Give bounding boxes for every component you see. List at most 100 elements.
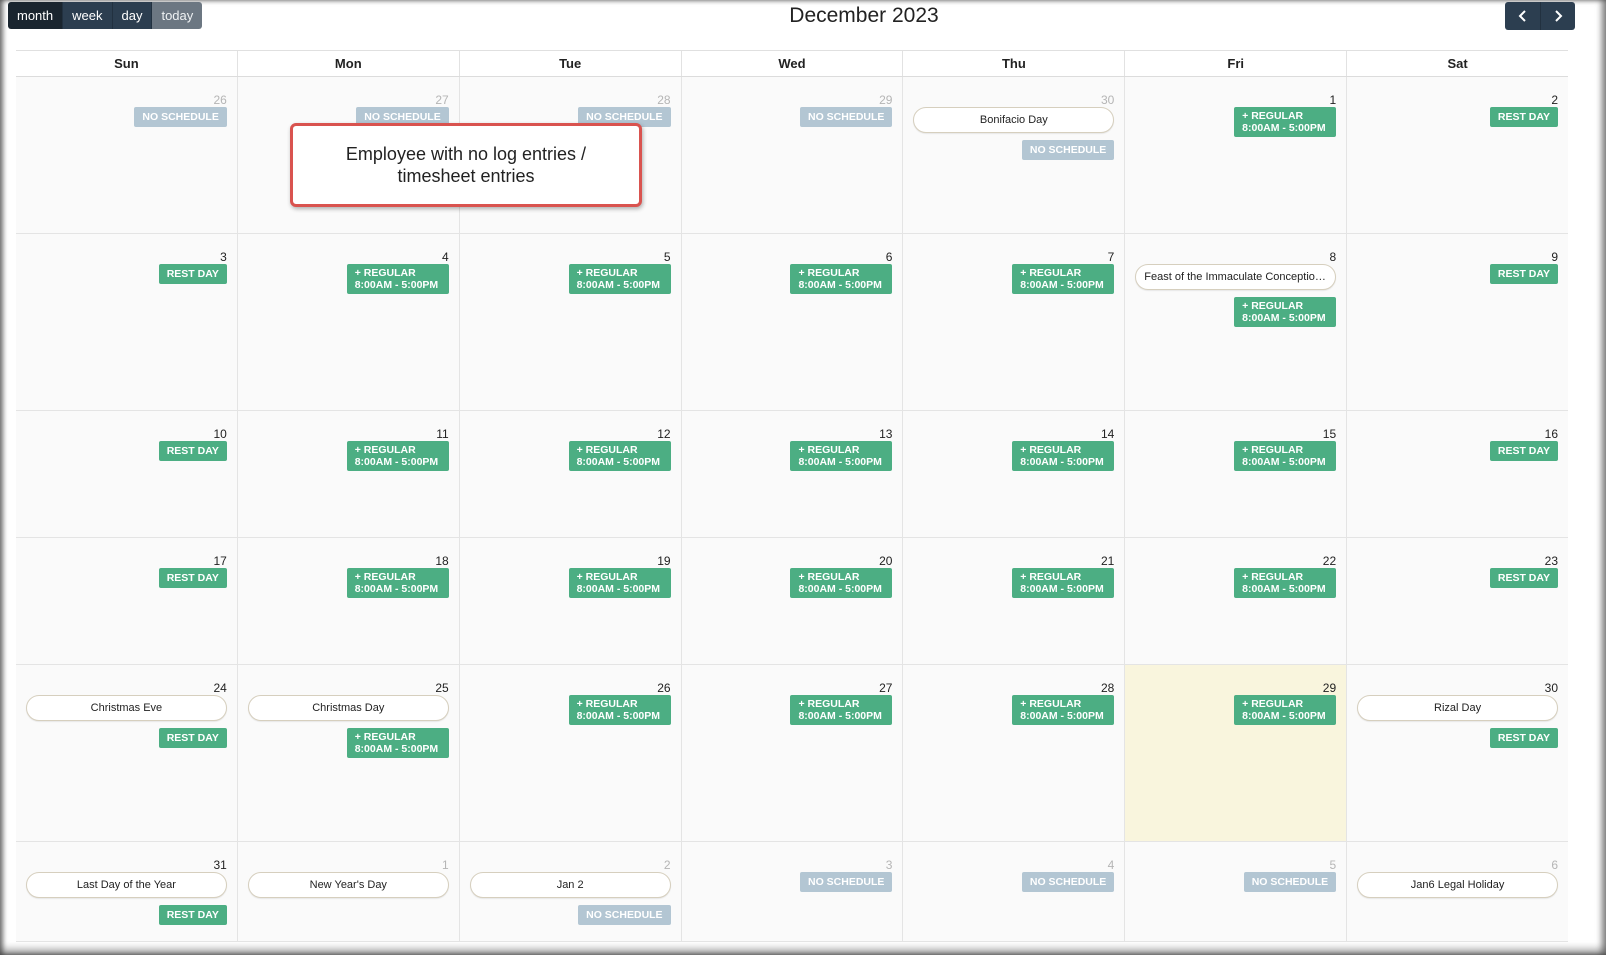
day-number[interactable]: 29 xyxy=(1323,681,1336,695)
day-cell[interactable]: 26 NO SCHEDULE xyxy=(16,77,237,233)
day-cell[interactable]: 7 + REGULAR 8:00AM - 5:00PM xyxy=(902,234,1125,410)
no-schedule-badge[interactable]: NO SCHEDULE xyxy=(800,107,893,127)
next-month-button[interactable] xyxy=(1540,2,1575,30)
day-number[interactable]: 19 xyxy=(657,554,670,568)
day-number[interactable]: 20 xyxy=(879,554,892,568)
day-number[interactable]: 6 xyxy=(886,250,893,264)
today-day-cell[interactable]: 29 + REGULAR 8:00AM - 5:00PM xyxy=(1124,665,1347,841)
day-number[interactable]: 11 xyxy=(436,427,448,441)
regular-schedule-badge[interactable]: + REGULAR 8:00AM - 5:00PM xyxy=(1234,297,1337,327)
holiday-event[interactable]: Rizal Day xyxy=(1357,695,1559,721)
rest-day-badge[interactable]: REST DAY xyxy=(1489,568,1559,588)
regular-schedule-badge[interactable]: + REGULAR 8:00AM - 5:00PM xyxy=(1012,264,1115,294)
regular-schedule-badge[interactable]: + REGULAR 8:00AM - 5:00PM xyxy=(1012,695,1115,725)
day-number[interactable]: 2 xyxy=(1551,93,1558,107)
day-cell[interactable]: 16 REST DAY xyxy=(1346,411,1569,537)
day-number[interactable]: 3 xyxy=(886,858,893,872)
rest-day-badge[interactable]: REST DAY xyxy=(1489,264,1559,284)
day-cell[interactable]: 9 REST DAY xyxy=(1346,234,1569,410)
rest-day-badge[interactable]: REST DAY xyxy=(1489,728,1559,748)
regular-schedule-badge[interactable]: + REGULAR 8:00AM - 5:00PM xyxy=(790,441,893,471)
day-cell[interactable]: 4 NO SCHEDULE xyxy=(902,842,1125,941)
previous-month-button[interactable] xyxy=(1505,2,1540,30)
regular-schedule-badge[interactable]: + REGULAR 8:00AM - 5:00PM xyxy=(1012,441,1115,471)
day-cell[interactable]: 12 + REGULAR 8:00AM - 5:00PM xyxy=(458,411,681,537)
regular-schedule-badge[interactable]: + REGULAR 8:00AM - 5:00PM xyxy=(1234,107,1337,137)
day-number[interactable]: 31 xyxy=(214,858,227,872)
holiday-event[interactable]: Feast of the Immaculate Conception ... xyxy=(1135,264,1337,290)
regular-schedule-badge[interactable]: + REGULAR 8:00AM - 5:00PM xyxy=(346,568,449,598)
regular-schedule-badge[interactable]: + REGULAR 8:00AM - 5:00PM xyxy=(1012,568,1115,598)
day-number[interactable]: 9 xyxy=(1551,250,1558,264)
day-number[interactable]: 23 xyxy=(1545,554,1558,568)
day-number[interactable]: 7 xyxy=(1108,250,1115,264)
day-number[interactable]: 27 xyxy=(435,93,448,107)
day-number[interactable]: 16 xyxy=(1545,427,1558,441)
day-number[interactable]: 30 xyxy=(1101,93,1114,107)
rest-day-badge[interactable]: REST DAY xyxy=(158,568,227,588)
regular-schedule-badge[interactable]: + REGULAR 8:00AM - 5:00PM xyxy=(568,695,671,725)
no-schedule-badge[interactable]: NO SCHEDULE xyxy=(578,905,671,925)
day-cell[interactable]: 29 NO SCHEDULE xyxy=(680,77,903,233)
day-number[interactable]: 5 xyxy=(664,250,671,264)
day-cell[interactable]: 5 NO SCHEDULE xyxy=(1124,842,1347,941)
day-number[interactable]: 10 xyxy=(214,427,227,441)
day-cell[interactable]: 1 + REGULAR 8:00AM - 5:00PM xyxy=(1124,77,1347,233)
day-cell[interactable]: 5 + REGULAR 8:00AM - 5:00PM xyxy=(458,234,681,410)
regular-schedule-badge[interactable]: + REGULAR 8:00AM - 5:00PM xyxy=(790,264,893,294)
day-number[interactable]: 21 xyxy=(1101,554,1114,568)
day-cell[interactable]: 28 + REGULAR 8:00AM - 5:00PM xyxy=(902,665,1125,841)
day-cell[interactable]: 25 Christmas Day + REGULAR 8:00AM - 5:00PM xyxy=(236,665,459,841)
day-cell[interactable]: 24 Christmas Eve REST DAY xyxy=(16,665,237,841)
regular-schedule-badge[interactable]: + REGULAR 8:00AM - 5:00PM xyxy=(790,568,893,598)
rest-day-badge[interactable]: REST DAY xyxy=(158,728,227,748)
day-cell[interactable]: 8 Feast of the Immaculate Conception ... +… xyxy=(1124,234,1347,410)
day-number[interactable]: 25 xyxy=(435,681,448,695)
regular-schedule-badge[interactable]: + REGULAR 8:00AM - 5:00PM xyxy=(1234,441,1337,471)
day-cell[interactable]: 1 New Year's Day xyxy=(236,842,459,941)
rest-day-badge[interactable]: REST DAY xyxy=(158,264,227,284)
regular-schedule-badge[interactable]: + REGULAR 8:00AM - 5:00PM xyxy=(568,264,671,294)
holiday-event[interactable]: Christmas Eve xyxy=(26,695,227,721)
day-cell[interactable]: 21 + REGULAR 8:00AM - 5:00PM xyxy=(902,538,1125,664)
day-cell[interactable]: 3 REST DAY xyxy=(16,234,237,410)
regular-schedule-badge[interactable]: + REGULAR 8:00AM - 5:00PM xyxy=(346,728,449,758)
regular-schedule-badge[interactable]: + REGULAR 8:00AM - 5:00PM xyxy=(790,695,893,725)
day-cell[interactable]: 17 REST DAY xyxy=(16,538,237,664)
day-number[interactable]: 1 xyxy=(1329,93,1336,107)
day-cell[interactable]: 4 + REGULAR 8:00AM - 5:00PM xyxy=(236,234,459,410)
day-number[interactable]: 12 xyxy=(657,427,670,441)
day-number[interactable]: 17 xyxy=(214,554,227,568)
regular-schedule-badge[interactable]: + REGULAR 8:00AM - 5:00PM xyxy=(1234,568,1337,598)
day-cell[interactable]: 23 REST DAY xyxy=(1346,538,1569,664)
day-cell[interactable]: 6 + REGULAR 8:00AM - 5:00PM xyxy=(680,234,903,410)
no-schedule-badge[interactable]: NO SCHEDULE xyxy=(800,872,893,892)
day-number[interactable]: 2 xyxy=(664,858,671,872)
day-number[interactable]: 8 xyxy=(1329,250,1336,264)
day-cell[interactable]: 15 + REGULAR 8:00AM - 5:00PM xyxy=(1124,411,1347,537)
day-number[interactable]: 30 xyxy=(1545,681,1558,695)
day-cell[interactable]: 19 + REGULAR 8:00AM - 5:00PM xyxy=(458,538,681,664)
day-cell[interactable]: 22 + REGULAR 8:00AM - 5:00PM xyxy=(1124,538,1347,664)
day-number[interactable]: 4 xyxy=(1108,858,1115,872)
day-number[interactable]: 13 xyxy=(879,427,892,441)
holiday-event[interactable]: Jan 2 xyxy=(469,872,671,898)
holiday-event[interactable]: Bonifacio Day xyxy=(913,107,1115,133)
day-number[interactable]: 15 xyxy=(1323,427,1336,441)
regular-schedule-badge[interactable]: + REGULAR 8:00AM - 5:00PM xyxy=(568,441,671,471)
day-number[interactable]: 6 xyxy=(1551,858,1558,872)
day-cell[interactable]: 26 + REGULAR 8:00AM - 5:00PM xyxy=(458,665,681,841)
day-cell[interactable]: 14 + REGULAR 8:00AM - 5:00PM xyxy=(902,411,1125,537)
day-cell[interactable]: 20 + REGULAR 8:00AM - 5:00PM xyxy=(680,538,903,664)
rest-day-badge[interactable]: REST DAY xyxy=(158,441,227,461)
day-cell[interactable]: 6 Jan6 Legal Holiday xyxy=(1346,842,1569,941)
day-number[interactable]: 1 xyxy=(442,858,449,872)
day-cell[interactable]: 13 + REGULAR 8:00AM - 5:00PM xyxy=(680,411,903,537)
regular-schedule-badge[interactable]: + REGULAR 8:00AM - 5:00PM xyxy=(346,441,449,471)
day-cell[interactable]: 30 Bonifacio Day NO SCHEDULE xyxy=(902,77,1125,233)
day-cell[interactable]: 2 REST DAY xyxy=(1346,77,1569,233)
no-schedule-badge[interactable]: NO SCHEDULE xyxy=(1021,140,1115,160)
day-cell[interactable]: 18 + REGULAR 8:00AM - 5:00PM xyxy=(236,538,459,664)
day-number[interactable]: 3 xyxy=(220,250,227,264)
day-cell[interactable]: 2 Jan 2 NO SCHEDULE xyxy=(458,842,681,941)
